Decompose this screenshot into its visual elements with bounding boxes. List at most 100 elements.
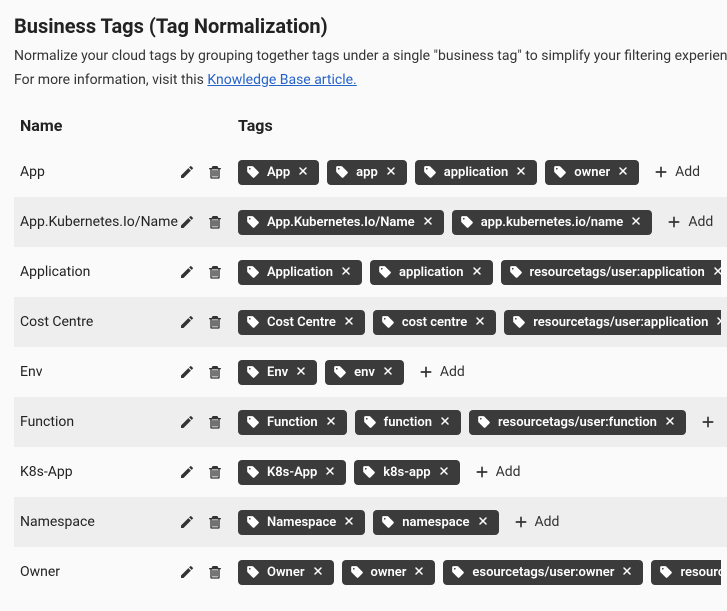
trash-icon[interactable] xyxy=(206,313,224,331)
pencil-icon[interactable] xyxy=(178,513,196,531)
close-icon[interactable] xyxy=(295,365,309,379)
add-button[interactable]: Add xyxy=(660,210,719,234)
table-row: App.Kubernetes.Io/NameApp.Kubernetes.Io/… xyxy=(14,197,727,247)
tags-cell: App.Kubernetes.Io/Nameapp.kubernetes.io/… xyxy=(238,210,721,235)
close-icon[interactable] xyxy=(324,465,338,479)
name-cell: Namespace xyxy=(20,513,238,531)
close-icon[interactable] xyxy=(438,465,452,479)
close-icon[interactable] xyxy=(343,515,357,529)
tag-label: App.Kubernetes.Io/Name xyxy=(267,215,415,230)
tag-icon xyxy=(335,165,349,179)
close-icon[interactable] xyxy=(340,265,354,279)
name-cell: Owner xyxy=(20,563,238,581)
trash-icon[interactable] xyxy=(206,163,224,181)
tag-icon xyxy=(333,365,347,379)
tag-label: Namespace xyxy=(267,515,336,530)
tag-icon xyxy=(381,515,395,529)
pencil-icon[interactable] xyxy=(178,163,196,181)
add-button[interactable]: Add xyxy=(647,160,706,184)
close-icon[interactable] xyxy=(422,215,436,229)
row-actions xyxy=(178,563,224,581)
pencil-icon[interactable] xyxy=(178,413,196,431)
tag-label: resourcetags/user:function xyxy=(498,415,657,430)
add-button[interactable]: Add xyxy=(412,360,471,384)
tag-icon xyxy=(246,165,260,179)
tag-chip: resourcetags/user:application xyxy=(504,310,721,335)
table-row: NamespaceNamespacenamespaceAdd xyxy=(14,497,727,547)
close-icon[interactable] xyxy=(477,515,491,529)
business-tag-name: Function xyxy=(20,414,74,430)
close-icon[interactable] xyxy=(312,565,326,579)
tag-label: application xyxy=(399,265,464,280)
add-button[interactable]: A xyxy=(694,410,721,434)
trash-icon[interactable] xyxy=(206,213,224,231)
trash-icon[interactable] xyxy=(206,513,224,531)
tag-chip: owner xyxy=(342,560,436,585)
plus-icon xyxy=(666,214,682,230)
trash-icon[interactable] xyxy=(206,463,224,481)
tag-label: Cost Centre xyxy=(267,315,336,330)
table-header: Name Tags xyxy=(14,106,727,147)
close-icon[interactable] xyxy=(325,415,339,429)
tag-chip: Namespace xyxy=(238,510,365,535)
close-icon[interactable] xyxy=(471,265,485,279)
tag-label: app xyxy=(356,165,378,180)
trash-icon[interactable] xyxy=(206,413,224,431)
trash-icon[interactable] xyxy=(206,563,224,581)
name-cell: Function xyxy=(20,413,238,431)
add-label: Add xyxy=(535,514,560,530)
close-icon[interactable] xyxy=(630,215,644,229)
close-icon[interactable] xyxy=(297,165,311,179)
tag-chip: cost centre xyxy=(373,310,496,335)
table-row: FunctionFunctionfunctionresourcetags/use… xyxy=(14,397,727,447)
add-label: Add xyxy=(496,464,521,480)
name-cell: Env xyxy=(20,363,238,381)
tag-icon xyxy=(381,315,395,329)
tag-chip: Function xyxy=(238,410,347,435)
tag-icon xyxy=(512,315,526,329)
row-actions xyxy=(178,263,224,281)
close-icon[interactable] xyxy=(617,165,631,179)
close-icon[interactable] xyxy=(474,315,488,329)
pencil-icon[interactable] xyxy=(178,363,196,381)
pencil-icon[interactable] xyxy=(178,213,196,231)
tag-label: Owner xyxy=(267,565,305,580)
row-actions xyxy=(178,363,224,381)
business-tag-name: App.Kubernetes.Io/Name xyxy=(20,214,178,230)
add-button[interactable]: Add xyxy=(468,460,527,484)
trash-icon[interactable] xyxy=(206,363,224,381)
tag-label: resource xyxy=(680,565,721,580)
row-actions xyxy=(178,163,224,181)
pencil-icon[interactable] xyxy=(178,313,196,331)
tag-icon xyxy=(246,515,260,529)
close-icon[interactable] xyxy=(413,565,427,579)
tag-chip: env xyxy=(325,360,404,385)
tag-label: owner xyxy=(371,565,407,580)
close-icon[interactable] xyxy=(664,415,678,429)
close-icon[interactable] xyxy=(515,165,529,179)
tag-icon xyxy=(246,265,260,279)
tag-label: env xyxy=(354,365,375,380)
row-actions xyxy=(178,463,224,481)
tags-cell: EnvenvAdd xyxy=(238,360,721,385)
tag-label: App xyxy=(267,165,290,180)
trash-icon[interactable] xyxy=(206,263,224,281)
close-icon[interactable] xyxy=(621,565,635,579)
pencil-icon[interactable] xyxy=(178,463,196,481)
close-icon[interactable] xyxy=(439,415,453,429)
close-icon[interactable] xyxy=(343,315,357,329)
add-button[interactable]: Add xyxy=(507,510,566,534)
name-cell: App xyxy=(20,163,238,181)
tag-chip: resourcetags/user:function xyxy=(469,410,686,435)
tag-chip: Cost Centre xyxy=(238,310,365,335)
kb-link[interactable]: Knowledge Base article. xyxy=(207,72,356,88)
business-tag-name: Cost Centre xyxy=(20,314,93,330)
pencil-icon[interactable] xyxy=(178,263,196,281)
business-tag-name: App xyxy=(20,164,45,180)
tag-icon xyxy=(362,465,376,479)
close-icon[interactable] xyxy=(712,265,721,279)
pencil-icon[interactable] xyxy=(178,563,196,581)
close-icon[interactable] xyxy=(382,365,396,379)
close-icon[interactable] xyxy=(385,165,399,179)
close-icon[interactable] xyxy=(715,315,721,329)
